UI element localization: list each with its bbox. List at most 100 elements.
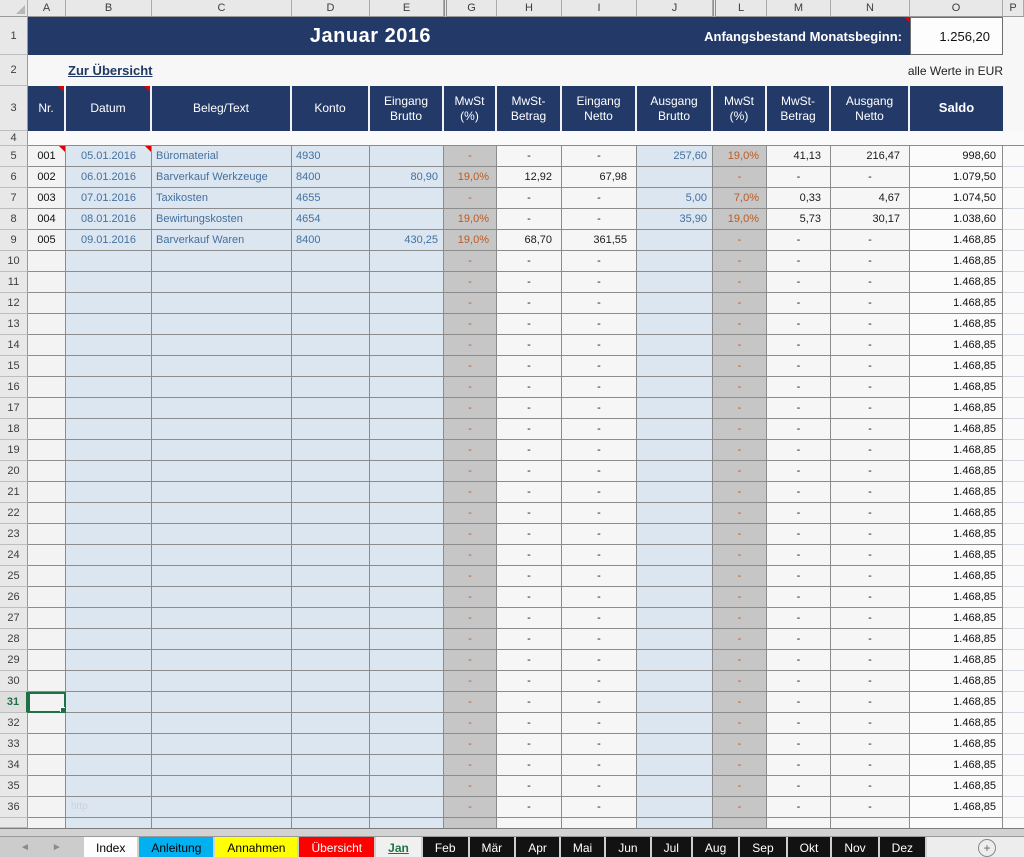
- cell-J7[interactable]: 5,00: [637, 188, 713, 209]
- cell[interactable]: [637, 818, 713, 828]
- cell-E35[interactable]: [370, 776, 444, 797]
- cell-H9[interactable]: 68,70: [497, 230, 562, 251]
- tab-mär[interactable]: Mär: [470, 837, 517, 857]
- cell-A27[interactable]: [28, 608, 66, 629]
- cell-B26[interactable]: [66, 587, 152, 608]
- cell-E26[interactable]: [370, 587, 444, 608]
- cell-O33[interactable]: 1.468,85: [910, 734, 1003, 755]
- cell-B18[interactable]: [66, 419, 152, 440]
- cell-C15[interactable]: [152, 356, 292, 377]
- cell-N32[interactable]: -: [831, 713, 910, 734]
- cell-E21[interactable]: [370, 482, 444, 503]
- header-ausgang-brutto[interactable]: Ausgang Brutto: [637, 86, 713, 131]
- cell-H5[interactable]: -: [497, 146, 562, 167]
- cell-O35[interactable]: 1.468,85: [910, 776, 1003, 797]
- cell-J29[interactable]: [637, 650, 713, 671]
- cell-O23[interactable]: 1.468,85: [910, 524, 1003, 545]
- header-mwst-betrag-eingang[interactable]: MwSt- Betrag: [497, 86, 562, 131]
- cell-H32[interactable]: -: [497, 713, 562, 734]
- cell-D12[interactable]: [292, 293, 370, 314]
- cell-D15[interactable]: [292, 356, 370, 377]
- cell-B30[interactable]: [66, 671, 152, 692]
- add-sheet-button[interactable]: +: [978, 839, 996, 857]
- cell-I11[interactable]: -: [562, 272, 637, 293]
- col-header-O[interactable]: O: [910, 0, 1003, 17]
- row-header-5[interactable]: 5: [0, 146, 28, 167]
- cell-D18[interactable]: [292, 419, 370, 440]
- cell-B16[interactable]: [66, 377, 152, 398]
- cell-O10[interactable]: 1.468,85: [910, 251, 1003, 272]
- cell-P33[interactable]: [1003, 734, 1024, 755]
- row-header-30[interactable]: 30: [0, 671, 28, 692]
- cell-A5[interactable]: 001: [28, 146, 66, 167]
- cell-A19[interactable]: [28, 440, 66, 461]
- cell-H26[interactable]: -: [497, 587, 562, 608]
- cell-N27[interactable]: -: [831, 608, 910, 629]
- cell-B7[interactable]: 07.01.2016: [66, 188, 152, 209]
- cell-A17[interactable]: [28, 398, 66, 419]
- cell-C7[interactable]: Taxikosten: [152, 188, 292, 209]
- header-konto[interactable]: Konto: [292, 86, 370, 131]
- cell-I15[interactable]: -: [562, 356, 637, 377]
- cell-P5[interactable]: [1003, 146, 1024, 167]
- cell-H17[interactable]: -: [497, 398, 562, 419]
- cell-O29[interactable]: 1.468,85: [910, 650, 1003, 671]
- cell-M7[interactable]: 0,33: [767, 188, 831, 209]
- cell-N17[interactable]: -: [831, 398, 910, 419]
- cell-P13[interactable]: [1003, 314, 1024, 335]
- cell-B33[interactable]: [66, 734, 152, 755]
- cell-H16[interactable]: -: [497, 377, 562, 398]
- row-header-22[interactable]: 22: [0, 503, 28, 524]
- cell-P9[interactable]: [1003, 230, 1024, 251]
- cell-G35[interactable]: -: [444, 776, 497, 797]
- row-header-24[interactable]: 24: [0, 545, 28, 566]
- cell-A28[interactable]: [28, 629, 66, 650]
- cell-A33[interactable]: [28, 734, 66, 755]
- cell-B29[interactable]: [66, 650, 152, 671]
- cell-M11[interactable]: -: [767, 272, 831, 293]
- cell-C22[interactable]: [152, 503, 292, 524]
- cell-H28[interactable]: -: [497, 629, 562, 650]
- header-nr[interactable]: Nr.: [28, 86, 66, 131]
- cell-D11[interactable]: [292, 272, 370, 293]
- cell-M31[interactable]: -: [767, 692, 831, 713]
- cell-O30[interactable]: 1.468,85: [910, 671, 1003, 692]
- row-header-23[interactable]: 23: [0, 524, 28, 545]
- cell-P8[interactable]: [1003, 209, 1024, 230]
- cell-E20[interactable]: [370, 461, 444, 482]
- cell-J35[interactable]: [637, 776, 713, 797]
- cell-N31[interactable]: -: [831, 692, 910, 713]
- col-header-J[interactable]: J: [637, 0, 713, 17]
- cell-E16[interactable]: [370, 377, 444, 398]
- cell-M5[interactable]: 41,13: [767, 146, 831, 167]
- cell-H14[interactable]: -: [497, 335, 562, 356]
- tab-annahmen[interactable]: Annahmen: [215, 837, 299, 857]
- cell-O14[interactable]: 1.468,85: [910, 335, 1003, 356]
- cell-M12[interactable]: -: [767, 293, 831, 314]
- cell-C30[interactable]: [152, 671, 292, 692]
- cell-P36[interactable]: [1003, 797, 1024, 818]
- cell-N8[interactable]: 30,17: [831, 209, 910, 230]
- cell-H27[interactable]: -: [497, 608, 562, 629]
- cell-I20[interactable]: -: [562, 461, 637, 482]
- cell-N11[interactable]: -: [831, 272, 910, 293]
- cell-B17[interactable]: [66, 398, 152, 419]
- cell-O17[interactable]: 1.468,85: [910, 398, 1003, 419]
- col-header-H[interactable]: H: [497, 0, 562, 17]
- cell-D23[interactable]: [292, 524, 370, 545]
- tab-dez[interactable]: Dez: [880, 837, 927, 857]
- cell-P19[interactable]: [1003, 440, 1024, 461]
- cell-P27[interactable]: [1003, 608, 1024, 629]
- cell-J10[interactable]: [637, 251, 713, 272]
- cell-C18[interactable]: [152, 419, 292, 440]
- row-header-3[interactable]: 3: [0, 86, 28, 131]
- cell-J23[interactable]: [637, 524, 713, 545]
- cell-L29[interactable]: -: [713, 650, 767, 671]
- cell-B13[interactable]: [66, 314, 152, 335]
- cell-L21[interactable]: -: [713, 482, 767, 503]
- cell-J21[interactable]: [637, 482, 713, 503]
- cell-E24[interactable]: [370, 545, 444, 566]
- cell-D16[interactable]: [292, 377, 370, 398]
- cell-E22[interactable]: [370, 503, 444, 524]
- cell[interactable]: [831, 818, 910, 828]
